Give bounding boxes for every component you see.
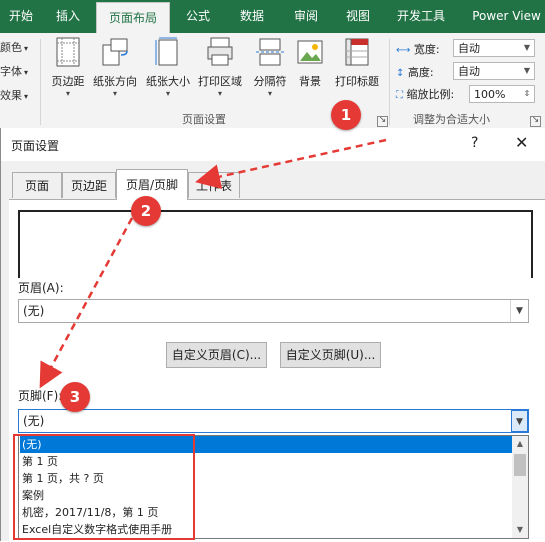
chevron-down-icon: ▾ — [165, 89, 170, 98]
width-value: 自动 — [458, 42, 480, 55]
theme-effects-button[interactable]: 效果 ▾ — [0, 87, 28, 103]
tab-view[interactable]: 视图 — [336, 0, 380, 33]
tab-data[interactable]: 数据 — [230, 0, 274, 33]
step-marker-3: 3 — [60, 382, 90, 412]
header-label: 页眉(A): — [18, 281, 64, 295]
margins-icon — [54, 37, 82, 67]
tab-developer[interactable]: 开发工具 — [388, 0, 454, 33]
paper-size-button[interactable]: 纸张大小 ▾ — [142, 37, 194, 99]
theme-fonts-label: 字体 — [0, 65, 22, 78]
breaks-icon — [256, 37, 284, 67]
scale-icon: ⛶ — [396, 90, 403, 101]
width-select[interactable]: 自动 ▼ — [453, 39, 535, 57]
footer-select[interactable]: (无) ▼ — [18, 409, 529, 433]
orientation-label: 纸张方向 — [93, 75, 137, 88]
ribbon-panel: 颜色 ▾ 字体 ▾ 效果 ▾ 页边距 ▾ 纸张方向 ▾ 纸张大小 ▾ 打印区域 ▾ 分… — [0, 33, 545, 129]
tab-review[interactable]: 审阅 — [284, 0, 328, 33]
footer-label: 页脚(F): — [18, 389, 63, 403]
dialog-titlebar: 页面设置 ? ✕ — [1, 128, 545, 161]
chevron-down-icon: ▾ — [217, 89, 222, 98]
tab-power-view[interactable]: Power View — [468, 0, 545, 33]
tab-page-layout[interactable]: 页面布局 — [96, 2, 170, 34]
tab-home[interactable]: 开始 — [0, 0, 42, 33]
step-marker-1: 1 — [331, 100, 361, 130]
scroll-thumb[interactable] — [514, 454, 526, 476]
scroll-up-icon[interactable]: ▲ — [512, 436, 528, 452]
print-titles-button[interactable]: 打印标题 — [331, 37, 383, 89]
width-icon: ⟷ — [396, 45, 411, 56]
width-label-text: 宽度: — [413, 43, 440, 56]
margins-button[interactable]: 页边距 ▾ — [45, 37, 91, 99]
height-icon: ↕ — [396, 68, 405, 79]
tab-sheet[interactable]: 工作表 — [188, 172, 240, 198]
theme-colors-label: 颜色 — [0, 41, 22, 54]
paper-size-icon — [154, 37, 182, 67]
dropdown-scrollbar[interactable]: ▲ ▼ — [512, 436, 528, 538]
ribbon-tab-bar: 开始 插入 页面布局 公式 数据 审阅 视图 开发工具 Power View — [0, 0, 545, 34]
close-icon[interactable]: ✕ — [515, 133, 528, 152]
chevron-down-icon: ▼ — [523, 66, 531, 75]
margins-label: 页边距 — [51, 75, 85, 88]
height-label-text: 高度: — [407, 66, 434, 79]
chevron-down-icon[interactable]: ▼ — [510, 300, 528, 322]
background-button[interactable]: 背景 — [287, 37, 333, 89]
scale-group-label: 调整为合适大小 — [413, 113, 490, 126]
height-select[interactable]: 自动 ▼ — [453, 62, 535, 80]
print-titles-label: 打印标题 — [335, 75, 379, 88]
orientation-icon — [101, 37, 129, 67]
scale-label: ⛶ 缩放比例: — [396, 86, 454, 102]
help-icon[interactable]: ? — [471, 135, 478, 151]
tab-formulas[interactable]: 公式 — [176, 0, 220, 33]
tab-header-footer[interactable]: 页眉/页脚 — [116, 169, 188, 200]
scale-label-text: 缩放比例: — [406, 88, 455, 101]
print-titles-icon — [343, 37, 371, 67]
theme-colors-button[interactable]: 颜色 ▾ — [0, 39, 28, 55]
group-separator — [40, 39, 41, 125]
height-value: 自动 — [458, 65, 480, 78]
footer-value: (无) — [23, 414, 45, 428]
tab-margins[interactable]: 页边距 — [62, 172, 116, 198]
chevron-down-icon: ▾ — [65, 89, 70, 98]
dialog-title: 页面设置 — [11, 139, 60, 153]
background-icon — [296, 37, 324, 67]
chevron-down-icon: ▾ — [267, 89, 272, 98]
highlight-box — [13, 434, 195, 540]
chevron-down-icon[interactable]: ▼ — [511, 410, 528, 432]
step-marker-2: 2 — [131, 196, 161, 226]
header-value: (无) — [23, 304, 45, 318]
scale-value: 100% — [474, 88, 506, 101]
chevron-down-icon: ▼ — [523, 43, 531, 52]
tab-page[interactable]: 页面 — [12, 172, 62, 198]
group-separator — [389, 39, 390, 125]
scale-spinner[interactable]: 100% ⇕ — [469, 85, 535, 103]
print-area-button[interactable]: 打印区域 ▾ — [195, 37, 245, 99]
paper-size-label: 纸张大小 — [146, 75, 190, 88]
scroll-down-icon[interactable]: ▼ — [512, 522, 528, 538]
theme-effects-label: 效果 — [0, 89, 22, 102]
tab-insert[interactable]: 插入 — [46, 0, 90, 33]
page-setup-dialog-launcher-icon[interactable]: ↘ — [377, 116, 388, 127]
page-setup-group-label: 页面设置 — [182, 113, 226, 126]
custom-header-button[interactable]: 自定义页眉(C)... — [166, 342, 267, 368]
orientation-button[interactable]: 纸张方向 ▾ — [89, 37, 141, 99]
width-label: ⟷ 宽度: — [396, 41, 440, 57]
custom-footer-button[interactable]: 自定义页脚(U)... — [280, 342, 381, 368]
theme-fonts-button[interactable]: 字体 ▾ — [0, 63, 28, 79]
print-area-icon — [206, 37, 234, 67]
chevron-down-icon: ▾ — [112, 89, 117, 98]
print-area-label: 打印区域 — [198, 75, 242, 88]
spinner-arrows-icon: ⇕ — [523, 89, 531, 98]
background-label: 背景 — [299, 75, 321, 88]
header-select[interactable]: (无) ▼ — [18, 299, 529, 323]
header-preview — [18, 210, 533, 278]
scale-dialog-launcher-icon[interactable]: ↘ — [530, 116, 541, 127]
height-label: ↕ 高度: — [396, 64, 434, 80]
